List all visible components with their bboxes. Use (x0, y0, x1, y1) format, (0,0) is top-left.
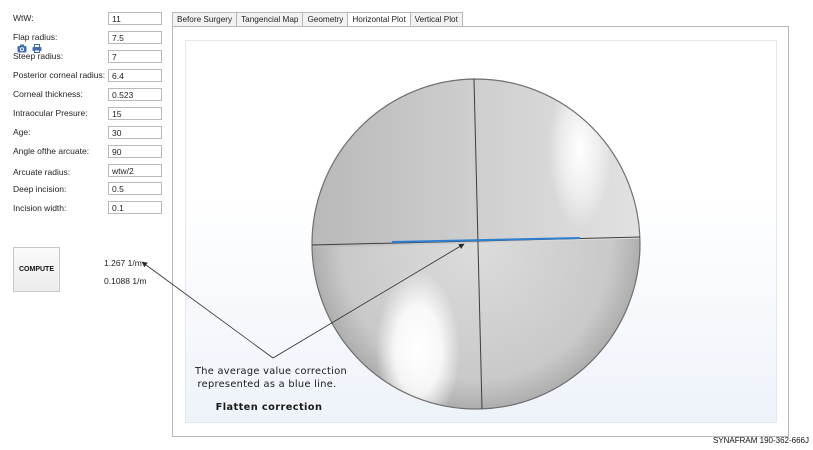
annotation-line-2: represented as a blue line. (198, 379, 337, 390)
cornea-plot: The average value correction represented… (141, 78, 641, 413)
annotation-title: Flatten correction (216, 402, 323, 413)
annotation-line-1: The average value correction (194, 366, 347, 377)
cornea-disc (312, 79, 640, 409)
footer-text: SYNAFRAM 190-362-666J (712, 436, 809, 445)
annotation-arrow-to-result (141, 261, 274, 359)
